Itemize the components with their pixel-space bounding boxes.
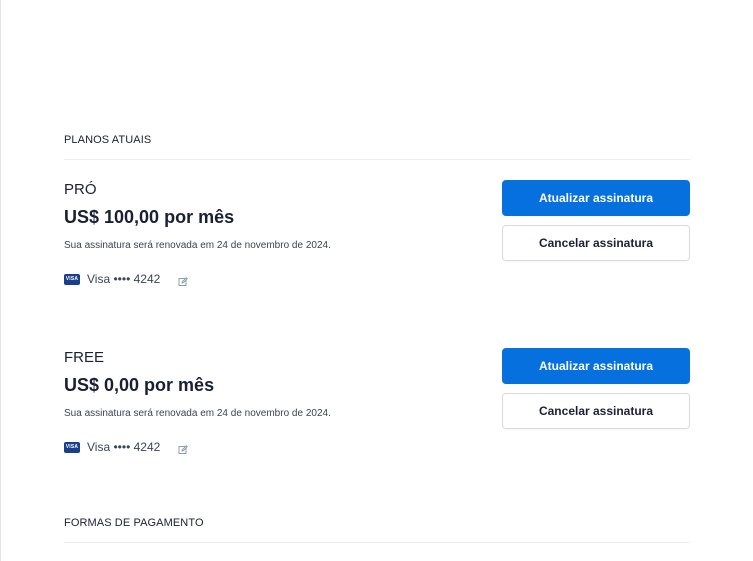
update-subscription-button[interactable]: Atualizar assinatura [502,180,690,216]
plan-price: US$ 0,00 por mês [64,375,215,395]
edit-icon[interactable] [178,442,189,454]
card-text: Visa •••• 4242 [87,272,161,286]
cancel-subscription-button[interactable]: Cancelar assinatura [502,225,690,261]
cancel-subscription-button[interactable]: Cancelar assinatura [502,393,690,429]
plan-name: FREE [64,349,105,366]
payment-methods-title: FORMAS DE PAGAMENTO [64,517,204,529]
plan-name: PRÓ [64,181,97,198]
card-text: Visa •••• 4242 [87,440,161,454]
plan-price: US$ 100,00 por mês [64,207,235,227]
payment-method: VISA Visa •••• 4242 [64,440,189,454]
current-plans-title: PLANOS ATUAIS [64,134,152,146]
current-plans-divider [64,159,690,160]
visa-card-icon: VISA [64,273,80,285]
visa-card-icon: VISA [64,441,80,453]
update-subscription-button[interactable]: Atualizar assinatura [502,348,690,384]
plan-renewal-text: Sua assinatura será renovada em 24 de no… [64,240,331,251]
billing-page: PLANOS ATUAIS PRÓ US$ 100,00 por mês Sua… [0,0,753,561]
payment-method: VISA Visa •••• 4242 [64,272,189,286]
plan-renewal-text: Sua assinatura será renovada em 24 de no… [64,408,331,419]
payment-methods-divider [64,542,690,543]
edit-icon[interactable] [178,274,189,286]
